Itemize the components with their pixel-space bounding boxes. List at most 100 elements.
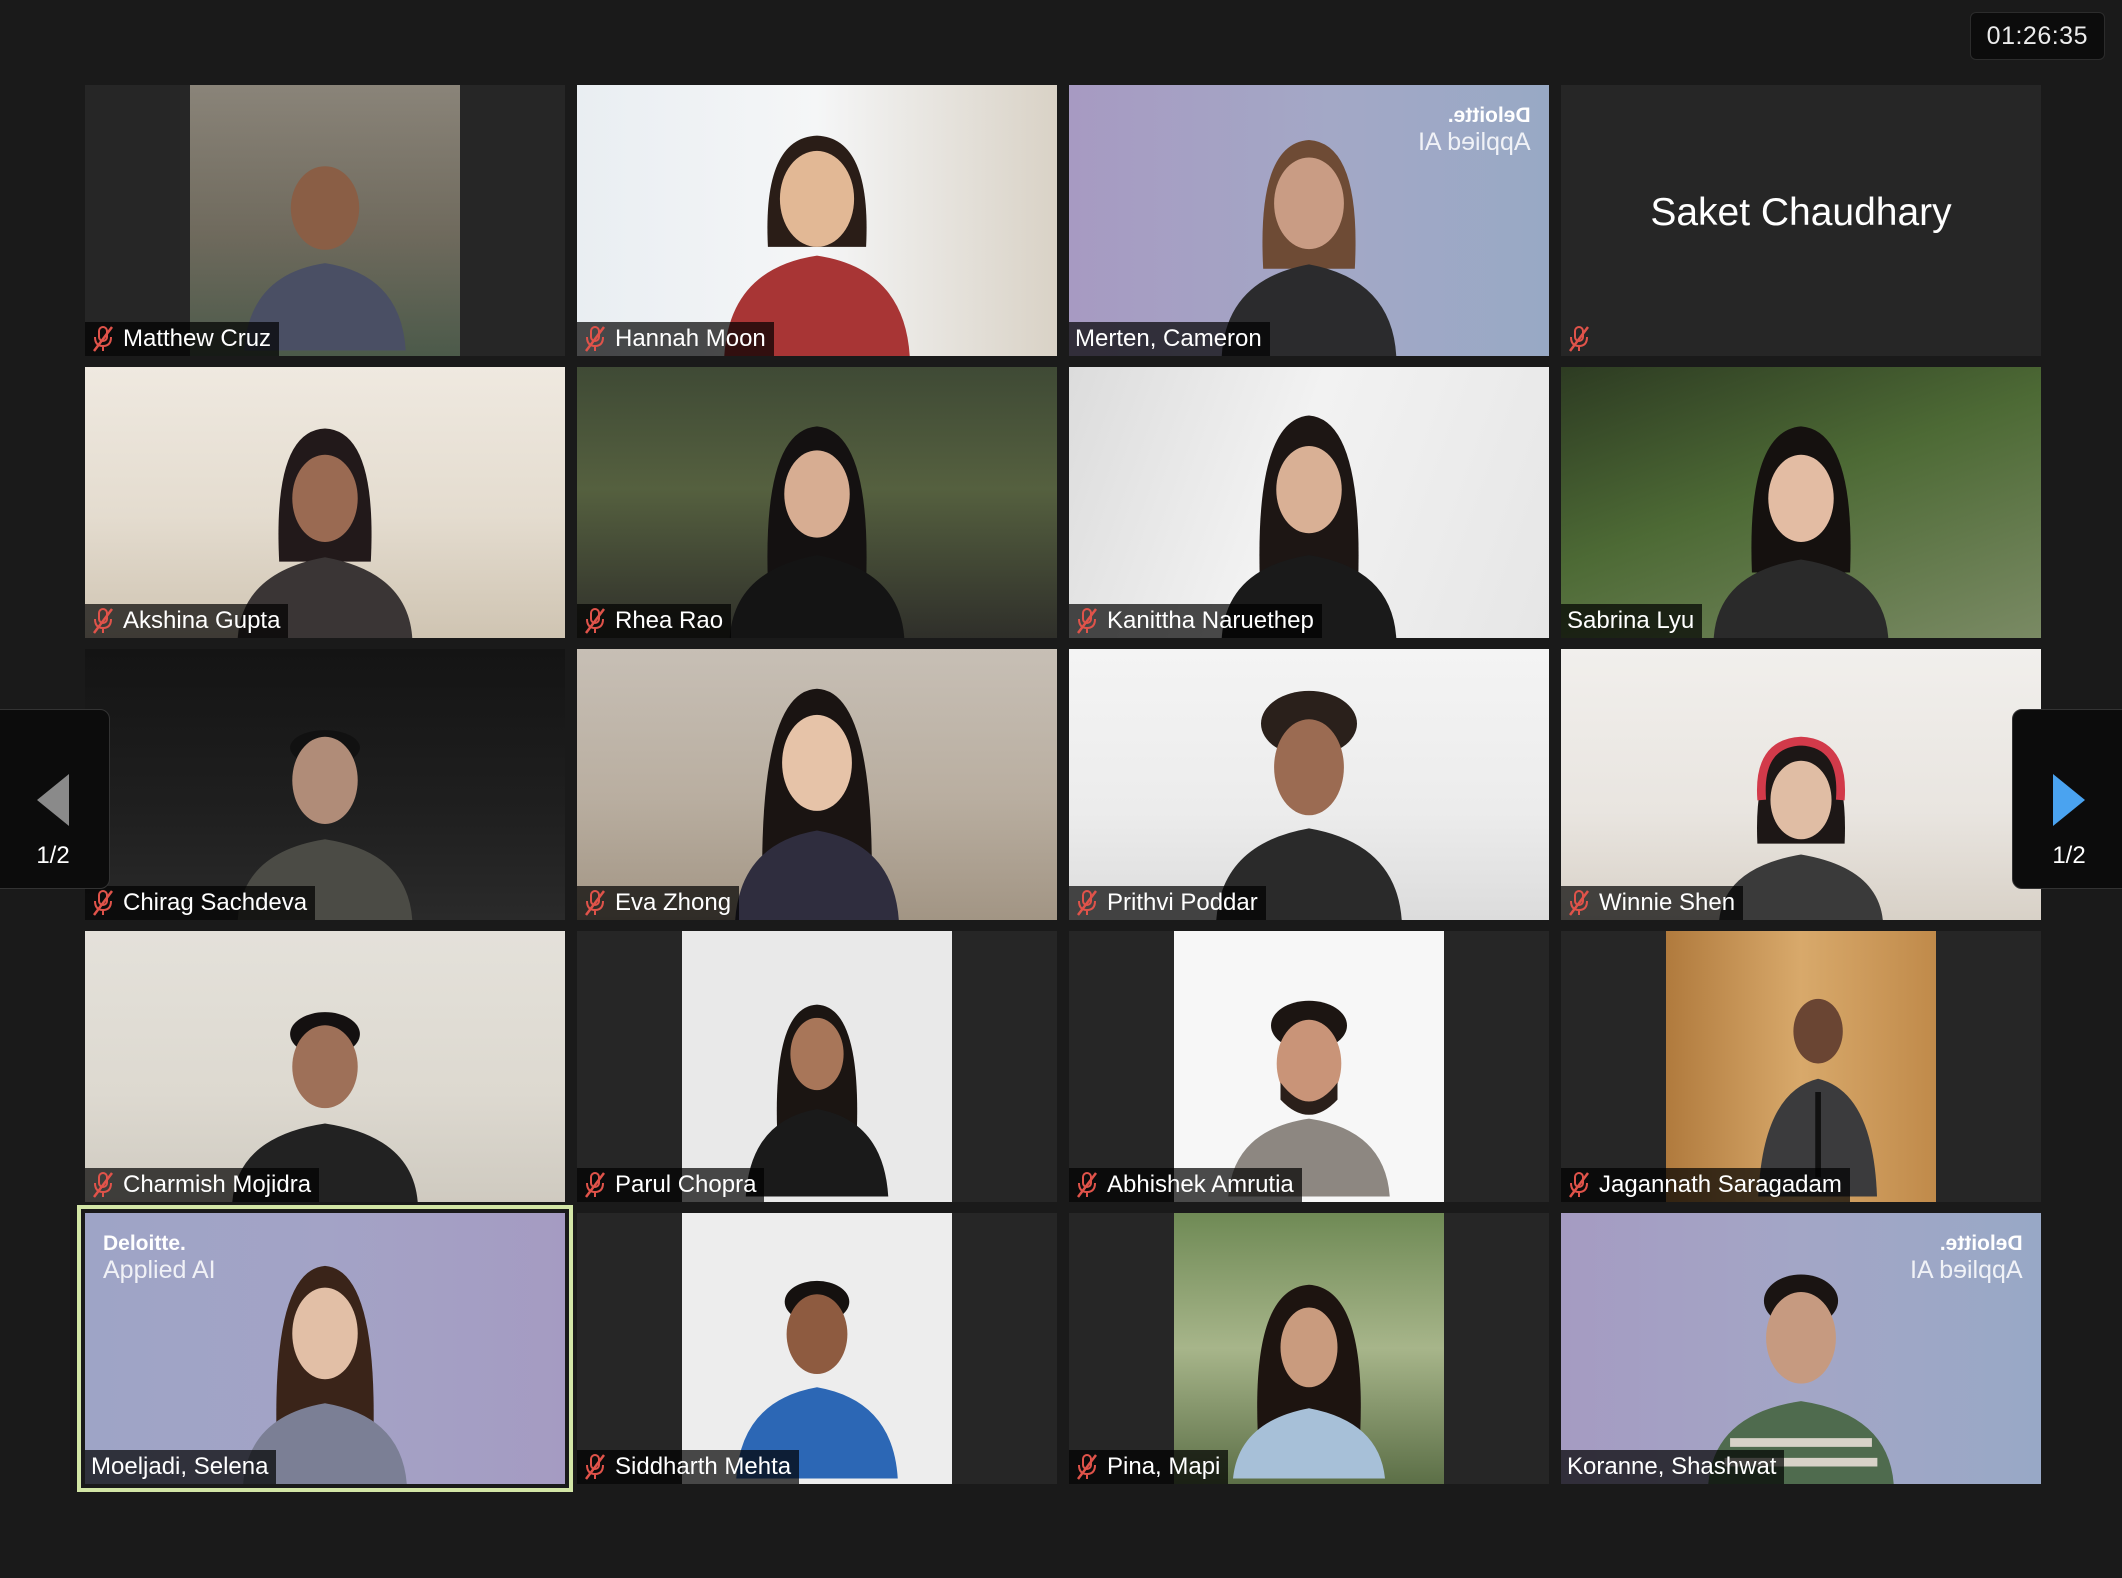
- video-feed: [1174, 931, 1444, 1202]
- video-tile[interactable]: Eva Zhong: [577, 649, 1057, 920]
- name-label: Prithvi Poddar: [1069, 886, 1266, 920]
- left-arrow-icon: [37, 774, 69, 826]
- video-tile[interactable]: Sabrina Lyu: [1561, 367, 2041, 638]
- logo-sub: Applied AI: [1910, 1256, 2023, 1284]
- participant-name: Sabrina Lyu: [1567, 607, 1695, 634]
- logo-sub: Applied AI: [103, 1256, 216, 1284]
- logo-sub: Applied AI: [1418, 128, 1531, 156]
- name-label: Winnie Shen: [1561, 886, 1744, 920]
- video-feed: Deloitte. Applied AI: [1561, 1213, 2041, 1484]
- page-indicator: 1/2: [2052, 842, 2086, 869]
- video-feed: [85, 367, 565, 638]
- name-label: Chirag Sachdeva: [85, 886, 316, 920]
- name-label: Akshina Gupta: [85, 604, 289, 638]
- participant-name: Koranne, Shashwat: [1567, 1453, 1777, 1480]
- name-label: Jagannath Saragadam: [1561, 1168, 1850, 1202]
- video-feed: Deloitte. Applied AI: [85, 1213, 565, 1484]
- video-tile[interactable]: Deloitte. Applied AI Merten, Cameron: [1069, 85, 1549, 356]
- participant-name: Matthew Cruz: [123, 325, 272, 352]
- participant-name: Akshina Gupta: [123, 607, 281, 634]
- video-tile[interactable]: Pina, Mapi: [1069, 1213, 1549, 1484]
- muted-mic-icon: [1569, 326, 1589, 352]
- previous-page-button[interactable]: 1/2: [0, 709, 110, 889]
- name-label: Eva Zhong: [577, 886, 740, 920]
- participant-name: Merten, Cameron: [1075, 325, 1262, 352]
- name-label: Hannah Moon: [577, 322, 774, 356]
- video-feed: [1561, 649, 2041, 920]
- name-label: Rhea Rao: [577, 604, 732, 638]
- video-tile[interactable]: Winnie Shen: [1561, 649, 2041, 920]
- muted-mic-icon: [585, 890, 605, 916]
- muted-mic-icon: [1077, 890, 1097, 916]
- video-tile[interactable]: Saket Chaudhary: [1561, 85, 2041, 356]
- video-feed: [85, 931, 565, 1202]
- participant-name: Moeljadi, Selena: [91, 1453, 269, 1480]
- participant-name: Eva Zhong: [615, 889, 732, 916]
- video-tile[interactable]: Charmish Mojidra: [85, 931, 565, 1202]
- name-label: Kanittha Naruethep: [1069, 604, 1322, 638]
- participant-name: Jagannath Saragadam: [1599, 1171, 1842, 1198]
- participant-name: Winnie Shen: [1599, 889, 1736, 916]
- participant-silhouette: [735, 688, 899, 920]
- muted-mic-icon: [585, 1454, 605, 1480]
- name-label: Matthew Cruz: [85, 322, 280, 356]
- logo-brand: Deloitte.: [103, 1232, 186, 1255]
- video-tile[interactable]: Akshina Gupta: [85, 367, 565, 638]
- name-label: Sabrina Lyu: [1561, 604, 1703, 638]
- muted-mic-icon: [1077, 1454, 1097, 1480]
- participant-name: Charmish Mojidra: [123, 1171, 312, 1198]
- name-label: [1561, 322, 1599, 356]
- participant-silhouette: [232, 1012, 418, 1202]
- muted-mic-icon: [585, 1172, 605, 1198]
- video-tile[interactable]: Prithvi Poddar: [1069, 649, 1549, 920]
- right-arrow-icon: [2053, 774, 2085, 826]
- participant-silhouette: [724, 135, 910, 356]
- video-tile[interactable]: Kanittha Naruethep: [1069, 367, 1549, 638]
- participant-silhouette: [1221, 415, 1397, 638]
- video-tile-active-speaker[interactable]: Deloitte. Applied AI Moeljadi, Selena: [77, 1205, 573, 1492]
- name-label: Pina, Mapi: [1069, 1450, 1229, 1484]
- gallery-view: Matthew Cruz Hannah Moon Deloitte. Applie…: [77, 85, 2043, 1492]
- meeting-timer: 01:26:35: [1969, 12, 2105, 60]
- video-feed: [577, 85, 1057, 356]
- background-logo: Deloitte. Applied AI: [1418, 103, 1531, 156]
- next-page-button[interactable]: 1/2: [2012, 709, 2122, 889]
- participant-silhouette: [243, 1265, 407, 1484]
- video-tile[interactable]: Chirag Sachdeva: [85, 649, 565, 920]
- video-tile[interactable]: Siddharth Mehta: [577, 1213, 1057, 1484]
- video-feed: [1069, 649, 1549, 920]
- video-tile[interactable]: Abhishek Amrutia: [1069, 931, 1549, 1202]
- video-tile[interactable]: Matthew Cruz: [85, 85, 565, 356]
- participant-silhouette: [1216, 690, 1402, 920]
- muted-mic-icon: [585, 608, 605, 634]
- participant-name: Kanittha Naruethep: [1107, 607, 1314, 634]
- video-tile[interactable]: Deloitte. Applied AI Koranne, Shashwat: [1561, 1213, 2041, 1484]
- participant-name: Pina, Mapi: [1107, 1453, 1221, 1480]
- video-tile[interactable]: Hannah Moon: [577, 85, 1057, 356]
- participant-silhouette: [1233, 1284, 1385, 1479]
- background-logo: Deloitte. Applied AI: [103, 1231, 216, 1283]
- video-feed: [85, 649, 565, 920]
- logo-brand: Deloitte.: [1940, 1232, 2023, 1255]
- participant-name-placeholder: Saket Chaudhary: [1650, 191, 1952, 234]
- muted-mic-icon: [93, 326, 113, 352]
- video-tile[interactable]: Jagannath Saragadam: [1561, 931, 2041, 1202]
- participant-silhouette: [1719, 736, 1883, 920]
- video-feed: Deloitte. Applied AI: [1069, 85, 1549, 356]
- participant-name: Rhea Rao: [615, 607, 724, 634]
- muted-mic-icon: [93, 890, 113, 916]
- name-label: Abhishek Amrutia: [1069, 1168, 1302, 1202]
- video-feed: [1069, 367, 1549, 638]
- participant-silhouette: [1708, 1274, 1894, 1484]
- video-feed: [1174, 1213, 1444, 1484]
- participant-silhouette: [1221, 140, 1397, 356]
- name-label: Merten, Cameron: [1069, 322, 1270, 356]
- participant-silhouette: [237, 730, 413, 920]
- video-tile[interactable]: Parul Chopra: [577, 931, 1057, 1202]
- video-tile[interactable]: Rhea Rao: [577, 367, 1057, 638]
- page-indicator: 1/2: [36, 842, 70, 869]
- video-feed: [577, 367, 1057, 638]
- muted-mic-icon: [1077, 1172, 1097, 1198]
- participant-name: Parul Chopra: [615, 1171, 757, 1198]
- name-label: Koranne, Shashwat: [1561, 1450, 1785, 1484]
